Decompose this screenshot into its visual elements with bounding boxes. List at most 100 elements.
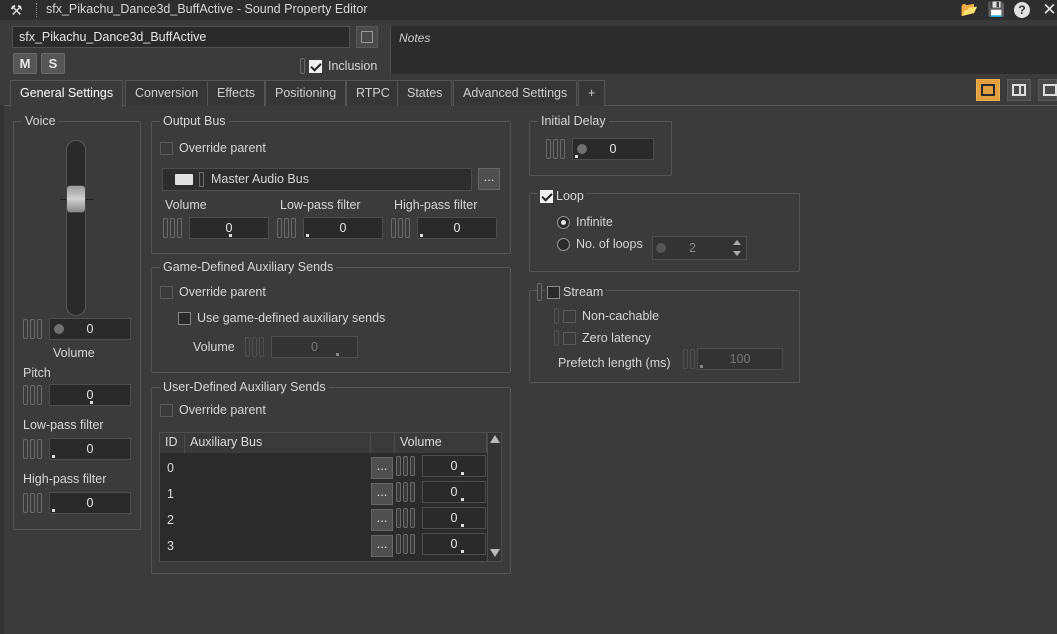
object-name-field[interactable]: sfx_Pikachu_Dance3d_BuffActive xyxy=(12,26,350,48)
field-grips[interactable] xyxy=(396,482,420,502)
prefetch-value: 100 xyxy=(729,352,751,366)
col-header-aux-bus[interactable]: Auxiliary Bus xyxy=(185,433,371,453)
pitch-field[interactable]: 0 xyxy=(23,384,133,406)
aux-row-browse-button[interactable]: ... xyxy=(371,509,393,531)
field-grips[interactable] xyxy=(23,385,47,405)
output-bus-title: Output Bus xyxy=(160,114,229,128)
help-icon[interactable]: ? xyxy=(1014,2,1030,18)
loop-checkbox[interactable] xyxy=(538,189,555,204)
tab-states[interactable]: States xyxy=(397,80,453,106)
voice-group-title: Voice xyxy=(22,114,59,128)
field-grips[interactable] xyxy=(391,218,415,238)
inclusion-checkbox[interactable] xyxy=(309,59,322,74)
tab-rtpc[interactable]: RTPC xyxy=(346,80,400,106)
inclusion-grip xyxy=(300,58,305,74)
scroll-up-icon[interactable] xyxy=(490,435,500,443)
prefetch-field[interactable]: 100 xyxy=(683,348,783,370)
slider-thumb[interactable] xyxy=(66,185,86,213)
noncachable-label: Non-cachable xyxy=(582,309,660,323)
field-grips[interactable] xyxy=(245,337,269,357)
table-scrollbar[interactable] xyxy=(487,433,501,561)
output-bus-volume-value: 0 xyxy=(225,221,233,235)
stream-grip[interactable] xyxy=(537,283,542,301)
loop-count-stepper[interactable]: 2 xyxy=(652,236,747,260)
stepper-up-icon[interactable] xyxy=(733,240,741,245)
tab-general-settings[interactable]: General Settings xyxy=(10,80,124,107)
aux-row-volume-field[interactable]: 0 xyxy=(396,455,486,477)
voice-volume-slider[interactable] xyxy=(66,140,86,316)
voice-volume-field[interactable]: 0 xyxy=(23,318,133,340)
tab-add[interactable]: + xyxy=(578,80,606,106)
scroll-down-icon[interactable] xyxy=(490,549,500,557)
output-bus-highpass-label: High-pass filter xyxy=(394,198,478,212)
field-grips[interactable] xyxy=(277,218,301,238)
output-bus-highpass-field[interactable]: 0 xyxy=(391,217,499,239)
field-grips[interactable] xyxy=(396,456,420,476)
output-bus-lowpass-field[interactable]: 0 xyxy=(277,217,385,239)
loop-label: Loop xyxy=(556,189,587,203)
title-separator xyxy=(36,3,38,17)
use-game-aux-label: Use game-defined auxiliary sends xyxy=(197,311,386,325)
folder-open-icon[interactable]: 📂 xyxy=(960,1,979,18)
tab-advanced-settings[interactable]: Advanced Settings xyxy=(453,80,578,106)
field-grips[interactable] xyxy=(23,439,47,459)
field-grips[interactable] xyxy=(23,493,47,513)
output-bus-browse-button[interactable]: ... xyxy=(478,168,500,190)
output-bus-selector[interactable]: Master Audio Bus xyxy=(162,168,472,191)
voice-lowpass-value: 0 xyxy=(86,442,94,456)
notes-label: Notes xyxy=(399,31,431,45)
output-bus-override-checkbox[interactable] xyxy=(160,141,173,156)
game-aux-override-checkbox[interactable] xyxy=(160,285,173,300)
layout-toggle-button[interactable] xyxy=(356,26,378,48)
voice-lowpass-field[interactable]: 0 xyxy=(23,438,133,460)
notes-area[interactable]: Notes xyxy=(390,26,1057,74)
aux-row-browse-button[interactable]: ... xyxy=(371,483,393,505)
close-icon[interactable]: ✕ xyxy=(1040,1,1057,18)
solo-button[interactable]: S xyxy=(41,53,65,74)
use-game-aux-checkbox[interactable] xyxy=(178,311,191,326)
loop-count-radio[interactable] xyxy=(557,237,570,252)
initial-delay-field[interactable]: 0 xyxy=(546,138,656,160)
field-grips[interactable] xyxy=(163,218,187,238)
field-grips[interactable] xyxy=(23,319,47,339)
aux-row-volume-field[interactable]: 0 xyxy=(396,481,486,503)
loop-group xyxy=(529,193,800,272)
zero-latency-checkbox[interactable] xyxy=(563,331,576,346)
voice-highpass-field[interactable]: 0 xyxy=(23,492,133,514)
user-aux-override-label: Override parent xyxy=(179,403,266,417)
output-bus-volume-field[interactable]: 0 xyxy=(163,217,271,239)
aux-row-volume-field[interactable]: 0 xyxy=(396,507,486,529)
output-bus-volume-label: Volume xyxy=(165,198,207,212)
stepper-down-icon[interactable] xyxy=(733,251,741,256)
tab-effects[interactable]: Effects xyxy=(207,80,265,106)
field-grips[interactable] xyxy=(396,534,420,554)
zero-latency-grip xyxy=(554,330,559,346)
game-aux-volume-field[interactable]: 0 xyxy=(245,336,358,358)
single-pane-view-button[interactable] xyxy=(976,79,1000,101)
user-aux-title: User-Defined Auxiliary Sends xyxy=(160,380,329,394)
col-header-volume[interactable]: Volume xyxy=(395,433,487,453)
col-header-id[interactable]: ID xyxy=(160,433,185,453)
infinite-radio[interactable] xyxy=(557,215,570,230)
tab-conversion[interactable]: Conversion xyxy=(125,80,209,106)
user-aux-override-checkbox[interactable] xyxy=(160,403,173,418)
aux-row-volume-field[interactable]: 0 xyxy=(396,533,486,555)
split-pane-view-button[interactable] xyxy=(1007,79,1031,101)
save-icon[interactable]: 💾 xyxy=(987,1,1006,18)
tab-positioning[interactable]: Positioning xyxy=(265,80,347,106)
aux-row-volume-value: 0 xyxy=(450,459,458,473)
aux-row-browse-button[interactable]: ... xyxy=(371,535,393,557)
stacked-pane-view-button[interactable] xyxy=(1038,79,1057,101)
aux-row-volume-value: 0 xyxy=(450,485,458,499)
aux-row-browse-button[interactable]: ... xyxy=(371,457,393,479)
knob-icon xyxy=(54,324,64,334)
output-bus-name: Master Audio Bus xyxy=(211,172,309,186)
game-aux-volume-value: 0 xyxy=(311,340,318,354)
mute-button[interactable]: M xyxy=(13,53,37,74)
field-grips[interactable] xyxy=(546,139,570,159)
stacked-pane-icon xyxy=(1043,84,1057,96)
output-bus-lowpass-label: Low-pass filter xyxy=(280,198,361,212)
noncachable-checkbox[interactable] xyxy=(563,309,576,324)
stream-checkbox[interactable] xyxy=(545,285,562,300)
field-grips[interactable] xyxy=(396,508,420,528)
